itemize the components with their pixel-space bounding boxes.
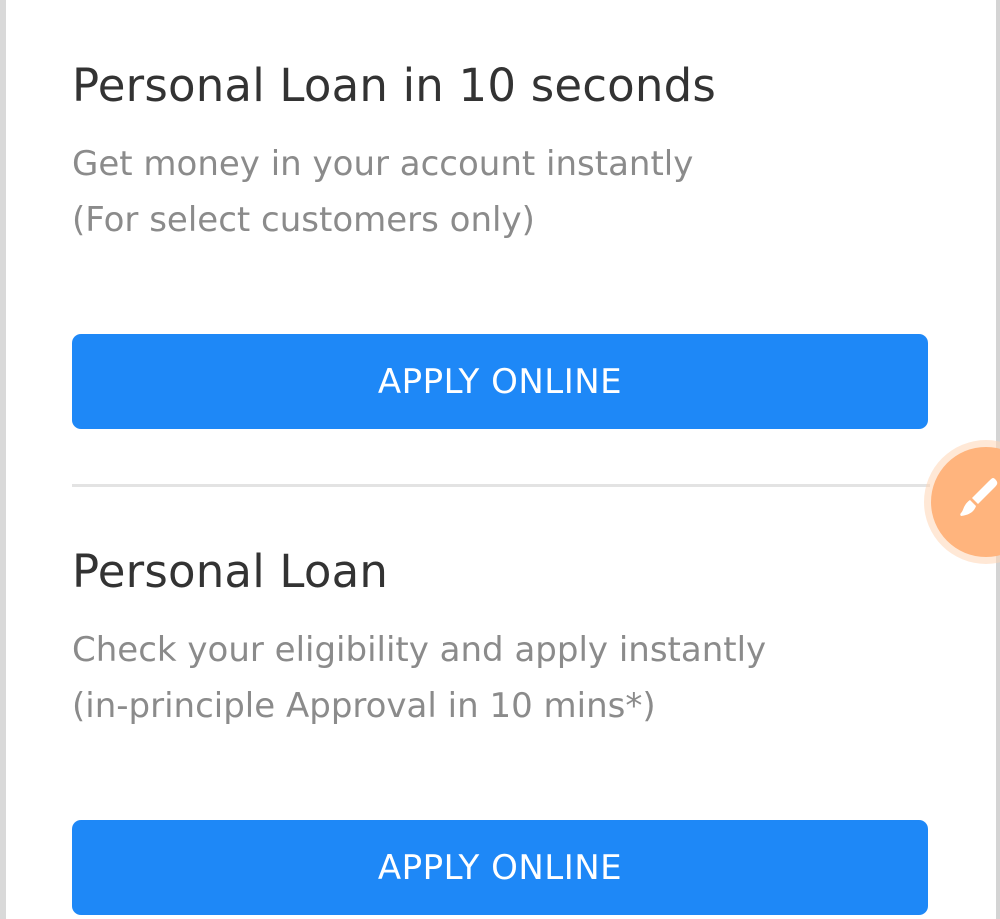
offer-description-line-2: (in-principle Approval in 10 mins*) bbox=[72, 686, 656, 726]
floating-edit-button[interactable] bbox=[931, 447, 1000, 557]
offer-description: Get money in your account instantly (For… bbox=[72, 136, 928, 248]
offer-card-instant-loan: Personal Loan in 10 seconds Get money in… bbox=[72, 54, 928, 429]
brush-icon bbox=[960, 477, 998, 516]
offer-description: Check your eligibility and apply instant… bbox=[72, 622, 928, 734]
offer-title: Personal Loan in 10 seconds bbox=[72, 59, 717, 112]
offer-description-line-1: Get money in your account instantly bbox=[72, 144, 694, 184]
left-edge bbox=[0, 0, 6, 919]
offer-title: Personal Loan bbox=[72, 545, 389, 598]
divider bbox=[72, 484, 930, 487]
apply-online-button[interactable]: APPLY ONLINE bbox=[72, 820, 928, 915]
apply-online-button[interactable]: APPLY ONLINE bbox=[72, 334, 928, 429]
offer-description-line-2: (For select customers only) bbox=[72, 200, 535, 240]
offer-card-personal-loan: Personal Loan Check your eligibility and… bbox=[72, 540, 928, 915]
offer-description-line-1: Check your eligibility and apply instant… bbox=[72, 630, 767, 670]
